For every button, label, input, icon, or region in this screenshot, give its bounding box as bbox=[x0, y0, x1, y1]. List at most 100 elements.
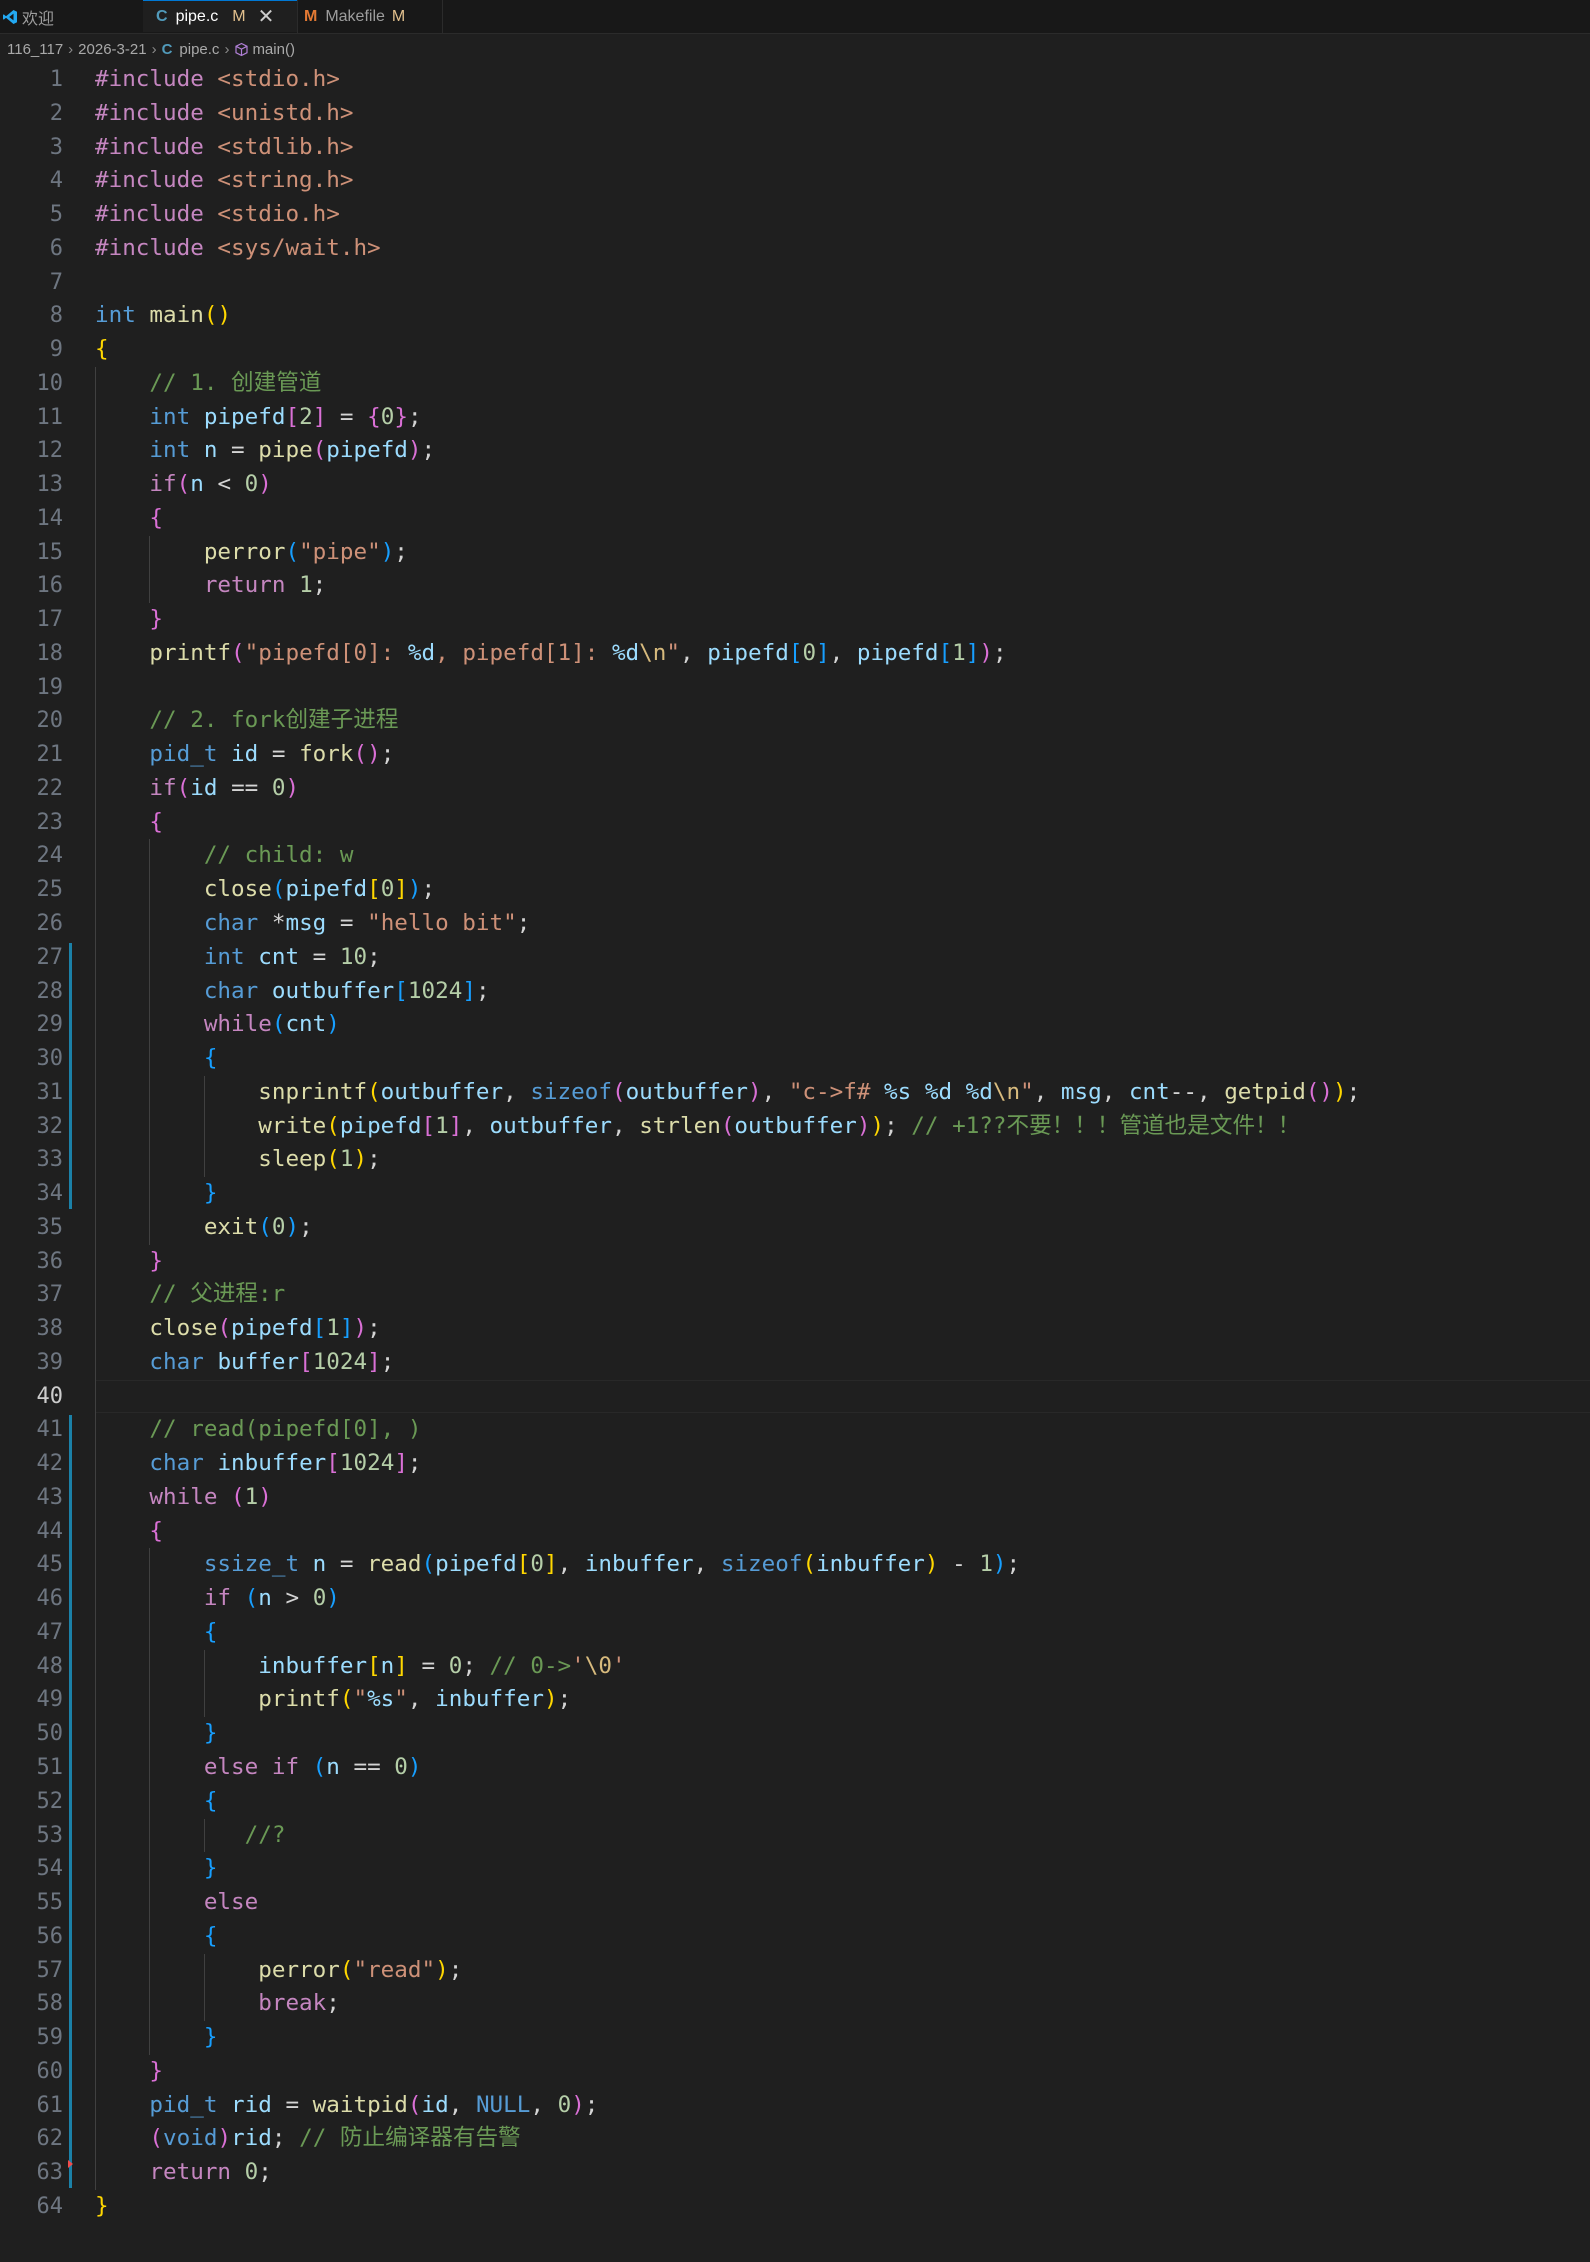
code-line[interactable]: 47 { bbox=[0, 1616, 1590, 1650]
breadcrumb-item[interactable]: 2026-3-21 bbox=[78, 41, 146, 58]
line-number: 9 bbox=[49, 337, 63, 363]
tab-makefile[interactable]: M Makefile M bbox=[297, 0, 443, 33]
code-line[interactable]: 49 printf("%s", inbuffer); bbox=[0, 1683, 1590, 1717]
tab-welcome[interactable]: 欢迎 bbox=[0, 0, 143, 33]
code-line[interactable]: 23 { bbox=[0, 806, 1590, 840]
code-line[interactable]: 7 bbox=[0, 266, 1590, 300]
code-line[interactable]: 44 { bbox=[0, 1515, 1590, 1549]
line-number: 64 bbox=[36, 2193, 64, 2219]
code-line[interactable]: 36 } bbox=[0, 1245, 1590, 1279]
code-line[interactable]: 64} bbox=[0, 2190, 1590, 2224]
code-token: [ bbox=[516, 1551, 531, 1578]
code-line[interactable]: 14 { bbox=[0, 502, 1590, 536]
code-line[interactable]: 2 #include <unistd.h> bbox=[0, 97, 1590, 131]
code-line[interactable]: 55 else bbox=[0, 1886, 1590, 1920]
code-line[interactable]: 19 bbox=[0, 671, 1590, 705]
code-token: close bbox=[203, 876, 272, 903]
code-line[interactable]: 9{ bbox=[0, 333, 1590, 367]
close-icon[interactable]: ✕ bbox=[258, 4, 275, 29]
code-line[interactable]: 39 char buffer[1024]; bbox=[0, 1346, 1590, 1380]
code-text: #include <stdio.h> bbox=[95, 63, 340, 97]
code-line[interactable]: 32 write(pipefd[1], outbuffer, strlen(ou… bbox=[0, 1110, 1590, 1144]
code-line[interactable]: 45 ssize_t n = read(pipefd[0], inbuffer,… bbox=[0, 1548, 1590, 1582]
code-line[interactable]: 27 int cnt = 10; bbox=[0, 941, 1590, 975]
code-text: perror("pipe"); bbox=[95, 536, 408, 570]
breadcrumb-item[interactable]: main() bbox=[252, 41, 295, 58]
code-line[interactable]: 33 sleep(1); bbox=[0, 1143, 1590, 1177]
code-line[interactable]: 57 perror("read"); bbox=[0, 1954, 1590, 1988]
code-line[interactable]: 1 #include <stdio.h> bbox=[0, 63, 1590, 97]
code-token: } bbox=[149, 2057, 164, 2084]
code-line[interactable]: 26 char *msg = "hello bit"; bbox=[0, 907, 1590, 941]
code-text: } bbox=[95, 2055, 163, 2089]
line-number: 22 bbox=[36, 775, 64, 801]
code-line[interactable]: 54 } bbox=[0, 1852, 1590, 1886]
code-line[interactable]: 63 return 0; bbox=[0, 2156, 1590, 2190]
git-deleted-marker[interactable] bbox=[68, 2160, 73, 2169]
breadcrumb-item[interactable]: pipe.c bbox=[179, 41, 219, 58]
code-line[interactable]: 29 while(cnt) bbox=[0, 1008, 1590, 1042]
code-token: n bbox=[190, 471, 204, 498]
code-line[interactable]: 13 if(n < 0) bbox=[0, 468, 1590, 502]
code-line[interactable]: 16 return 1; bbox=[0, 569, 1590, 603]
code-line[interactable]: 4 #include <string.h> bbox=[0, 164, 1590, 198]
code-line[interactable]: 51 else if (n == 0) bbox=[0, 1751, 1590, 1785]
code-line[interactable]: 25 close(pipefd[0]); bbox=[0, 873, 1590, 907]
code-line[interactable]: 42 char inbuffer[1024]; bbox=[0, 1447, 1590, 1481]
code-line[interactable]: 8 int main() bbox=[0, 299, 1590, 333]
code-line[interactable]: 53 //? bbox=[0, 1819, 1590, 1853]
code-line[interactable]: 24 // child: w bbox=[0, 839, 1590, 873]
code-line[interactable]: 20 // 2. fork创建子进程 bbox=[0, 704, 1590, 738]
code-line[interactable]: 15 perror("pipe"); bbox=[0, 536, 1590, 570]
code-line[interactable]: 18 printf("pipefd[0]: %d, pipefd[1]: %d\… bbox=[0, 637, 1590, 671]
code-line[interactable]: 59 } bbox=[0, 2021, 1590, 2055]
code-line[interactable]: 31 snprintf(outbuffer, sizeof(outbuffer)… bbox=[0, 1076, 1590, 1110]
git-modified-marker[interactable] bbox=[69, 1415, 72, 2188]
code-line[interactable]: 11 int pipefd[2] = {0}; bbox=[0, 401, 1590, 435]
line-number: 49 bbox=[36, 1687, 64, 1713]
breadcrumb-item[interactable]: 116_117 bbox=[7, 41, 63, 58]
code-line[interactable]: 46 if (n > 0) bbox=[0, 1582, 1590, 1616]
code-line[interactable]: 50 } bbox=[0, 1717, 1590, 1751]
code-token: outbuffer bbox=[380, 1078, 504, 1105]
code-line[interactable]: 22 if(id == 0) bbox=[0, 772, 1590, 806]
code-line[interactable]: 48 inbuffer[n] = 0; // 0->'\0' bbox=[0, 1650, 1590, 1684]
code-token: = bbox=[326, 1551, 368, 1578]
code-line[interactable]: 40 bbox=[0, 1379, 1590, 1414]
code-line[interactable]: 6 #include <sys/wait.h> bbox=[0, 232, 1590, 266]
code-token: { bbox=[367, 403, 381, 430]
code-line[interactable]: 43 while (1) bbox=[0, 1481, 1590, 1515]
code-line[interactable]: 12 int n = pipe(pipefd); bbox=[0, 434, 1590, 468]
code-text: (void)rid; // 防止编译器有告警 bbox=[95, 2122, 520, 2156]
code-line[interactable]: 41 // read(pipefd[0], ) bbox=[0, 1413, 1590, 1447]
code-line[interactable]: 35 exit(0); bbox=[0, 1211, 1590, 1245]
code-line[interactable]: 56 { bbox=[0, 1920, 1590, 1954]
code-line[interactable]: 28 char outbuffer[1024]; bbox=[0, 975, 1590, 1009]
code-line[interactable]: 38 close(pipefd[1]); bbox=[0, 1312, 1590, 1346]
code-line[interactable]: 52 { bbox=[0, 1785, 1590, 1819]
code-line[interactable]: 58 break; bbox=[0, 1987, 1590, 2021]
line-number: 55 bbox=[36, 1890, 64, 1916]
code-token: void bbox=[163, 2125, 218, 2152]
code-line[interactable]: 34 } bbox=[0, 1177, 1590, 1211]
tab-pipe-c[interactable]: C pipe.c M ✕ bbox=[143, 0, 297, 32]
code-line[interactable]: 17 } bbox=[0, 603, 1590, 637]
git-modified-marker[interactable] bbox=[69, 942, 72, 1209]
code-line[interactable]: 30 { bbox=[0, 1042, 1590, 1076]
code-line[interactable]: 10 // 1. 创建管道 bbox=[0, 367, 1590, 401]
code-token: ; bbox=[462, 1652, 490, 1679]
code-line[interactable]: 62 (void)rid; // 防止编译器有告警 bbox=[0, 2122, 1590, 2156]
code-line[interactable]: 3 #include <stdlib.h> bbox=[0, 131, 1590, 165]
code-line[interactable]: 37 // 父进程:r bbox=[0, 1278, 1590, 1312]
code-editor[interactable]: 1 #include <stdio.h> 2 #include <unistd.h> 3… bbox=[0, 63, 1590, 2262]
code-line[interactable]: 5 #include <stdio.h> bbox=[0, 198, 1590, 232]
code-line[interactable]: 21 pid_t id = fork(); bbox=[0, 738, 1590, 772]
line-number: 35 bbox=[36, 1214, 64, 1240]
code-line[interactable]: 60 } bbox=[0, 2055, 1590, 2089]
code-line[interactable]: 61 pid_t rid = waitpid(id, NULL, 0); bbox=[0, 2089, 1590, 2123]
